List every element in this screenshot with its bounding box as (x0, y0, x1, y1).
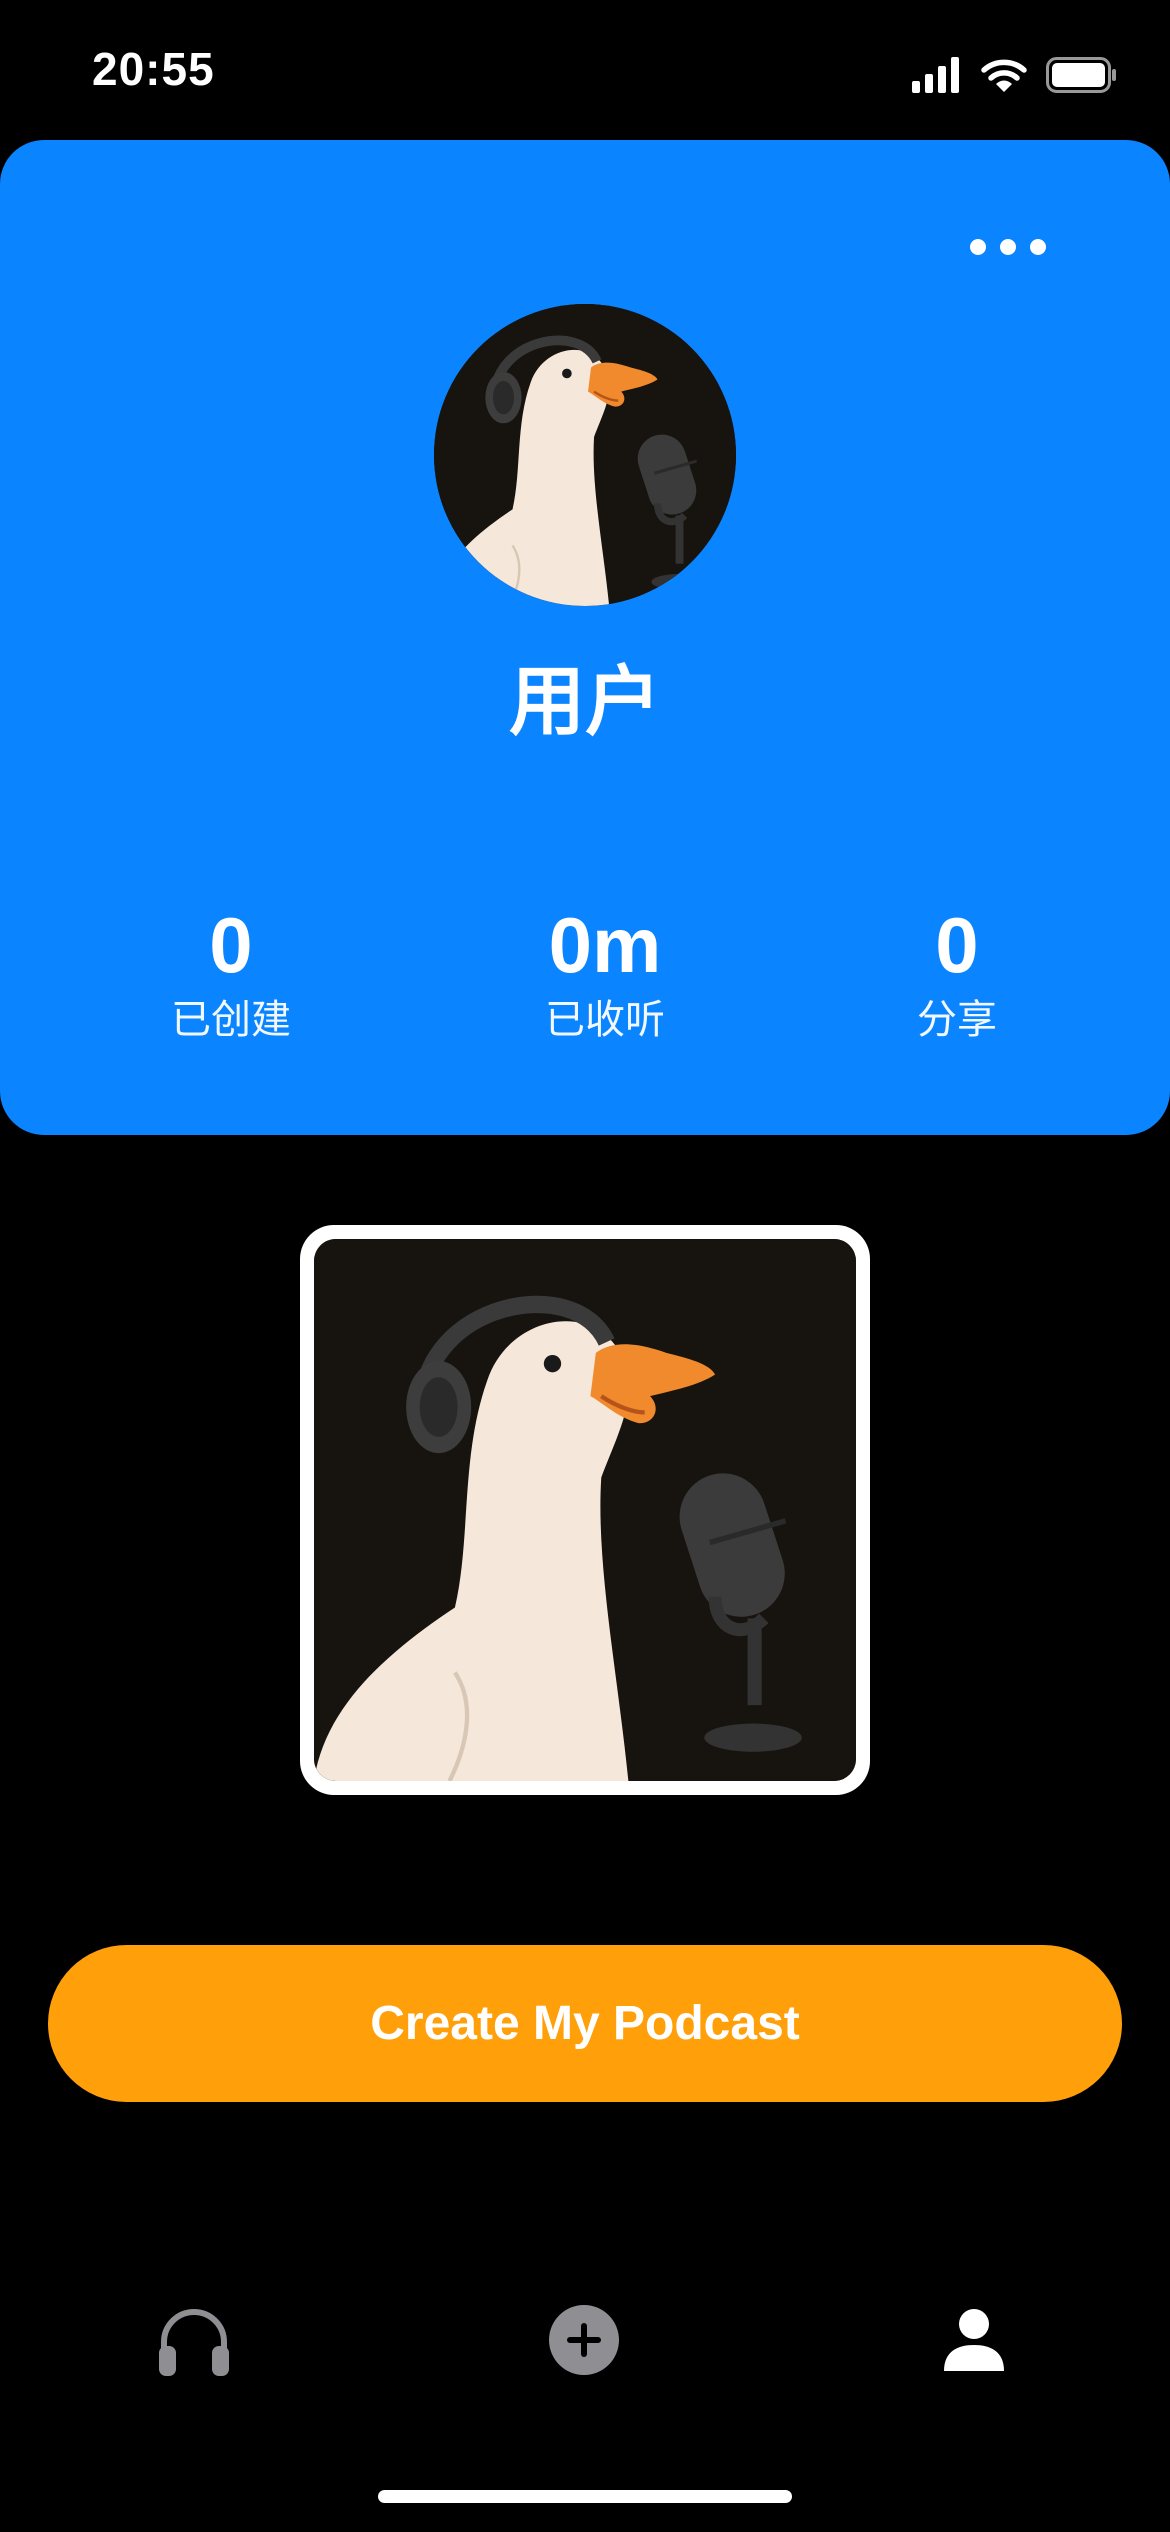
avatar[interactable] (434, 304, 736, 606)
username: 用户 (509, 657, 661, 746)
headphones-icon (159, 2309, 229, 2376)
tab-create[interactable] (534, 2290, 634, 2390)
plus-circle-icon (549, 2305, 619, 2375)
tab-bar (0, 2290, 1170, 2390)
duck-podcast-image (314, 1239, 856, 1781)
podcast-cover-image (314, 1239, 856, 1781)
profile-card: 用户 0 已创建 0m 已收听 0 分享 (0, 140, 1170, 1135)
status-bar: 20:55 (0, 0, 1170, 140)
status-time: 20:55 (92, 43, 215, 95)
stat-created: 0 已创建 (101, 900, 361, 1050)
stat-created-value: 0 (209, 901, 253, 989)
stat-listened: 0m 已收听 (475, 900, 735, 1050)
stat-shared-label: 分享 (917, 997, 997, 1043)
stat-listened-value: 0m (548, 901, 662, 989)
wifi-icon (981, 59, 1027, 92)
stat-listened-label: 已收听 (545, 997, 665, 1043)
stat-shared-value: 0 (935, 901, 979, 989)
person-icon (944, 2309, 1004, 2371)
stat-created-label: 已创建 (171, 997, 291, 1043)
duck-avatar-image (434, 304, 736, 606)
stat-shared: 0 分享 (827, 900, 1087, 1050)
create-podcast-button[interactable]: Create My Podcast (48, 1945, 1122, 2102)
tab-listen[interactable] (144, 2290, 244, 2390)
status-icons (912, 50, 1118, 100)
podcast-cover[interactable] (300, 1225, 870, 1795)
home-indicator (378, 2490, 792, 2503)
battery-icon (1046, 57, 1116, 93)
more-options-button[interactable] (958, 212, 1058, 282)
ellipsis-icon (970, 239, 1046, 255)
signal-icon (912, 57, 959, 93)
tab-profile[interactable] (924, 2290, 1024, 2390)
